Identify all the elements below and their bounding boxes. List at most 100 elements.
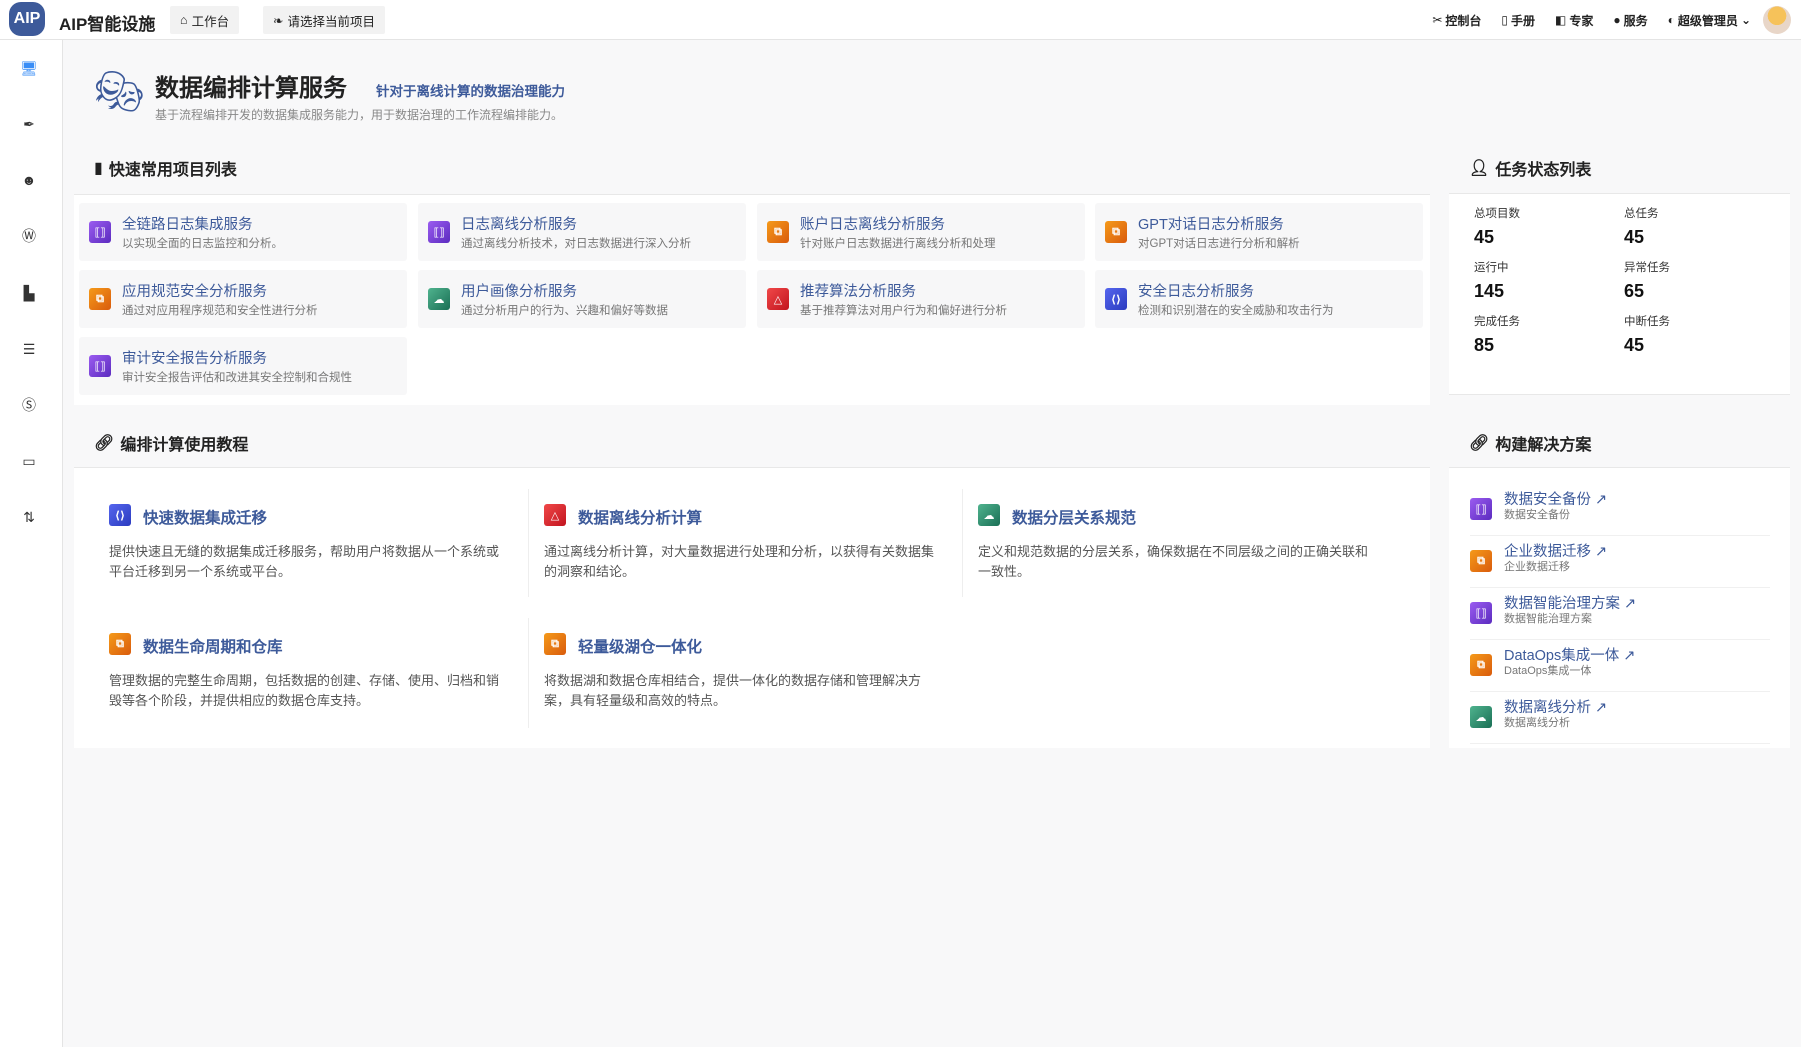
quick-item-card[interactable]: ⧉ 账户日志离线分析服务 针对账户日志数据进行离线分析和处理	[757, 203, 1085, 261]
project-select-button[interactable]: ❧ 请选择当前项目	[263, 6, 385, 34]
integration-icon: ⟦⟧	[1470, 498, 1492, 520]
quick-item-card[interactable]: ⟦⟧ 审计安全报告分析服务 审计安全报告评估和改进其安全控制和合规性	[79, 337, 407, 395]
stat-value: 65	[1624, 281, 1645, 301]
tutorial-link[interactable]: 数据生命周期和仓库	[143, 635, 283, 657]
document-icon: ▯	[1501, 13, 1509, 27]
stat-label: 总任务	[1624, 208, 1659, 220]
chevron-down-icon: ⌄	[1740, 13, 1751, 27]
chip-icon: ⧉	[1470, 550, 1492, 572]
external-link-icon: ↗	[1623, 648, 1636, 664]
stat-label: 总项目数	[1474, 208, 1520, 220]
leaf-icon: ❧	[273, 13, 284, 28]
desktop-icon[interactable]: ▭	[18, 450, 40, 472]
stat-value: 145	[1474, 281, 1505, 301]
solution-item[interactable]: ⟦⟧ 数据安全备份 ↗ 数据安全备份	[1470, 484, 1770, 536]
code-icon: ⟨⟩	[109, 504, 131, 526]
page-title: 数据编排计算服务	[155, 75, 347, 102]
solutions-header: 🔗︎ 构建解决方案	[1469, 435, 1592, 454]
quick-item-card[interactable]: ☁ 用户画像分析服务 通过分析用户的行为、兴趣和偏好等数据	[418, 270, 746, 328]
chip-icon: ⧉	[544, 633, 566, 655]
stat-label: 中断任务	[1624, 316, 1670, 328]
nav-console[interactable]: ✂ 控制台	[1432, 12, 1481, 29]
quick-item-card[interactable]: ⟦⟧ 全链路日志集成服务 以实现全面的日志监控和分析。	[79, 203, 407, 261]
tutorial-description: 管理数据的完整生命周期，包括数据的创建、存储、使用、归档和销毁等各个阶段，并提供…	[109, 673, 500, 708]
skype-icon[interactable]: Ⓢ	[18, 394, 40, 416]
app-title: AIP智能设施	[59, 15, 156, 34]
tutorial-header: 🔗︎ 编排计算使用教程	[94, 435, 249, 454]
code-icon: ⟨⟩	[1105, 288, 1127, 310]
status-header: 👤︎ 任务状态列表	[1469, 160, 1592, 179]
solution-item[interactable]: ⧉ 企业数据迁移 ↗ 企业数据迁移	[1470, 536, 1770, 588]
integration-icon: ⟦⟧	[1470, 602, 1492, 624]
solution-item[interactable]: ☁ 数据离线分析 ↗ 数据离线分析	[1470, 692, 1770, 744]
cloud-icon: ☁	[428, 288, 450, 310]
solution-item[interactable]: ⧉ DataOps集成一体 ↗ DataOps集成一体	[1470, 640, 1770, 692]
stat-label: 完成任务	[1474, 316, 1520, 328]
link-icon: 🔗︎	[94, 435, 115, 452]
stat-value: 45	[1624, 227, 1645, 247]
app-logo[interactable]: AIP	[9, 2, 45, 36]
tutorial-description: 定义和规范数据的分层关系，确保数据在不同层级之间的正确关联和一致性。	[978, 544, 1369, 579]
stat-value: 45	[1624, 335, 1645, 355]
page-subtitle: 针对于离线计算的数据治理能力	[376, 84, 565, 99]
divider	[962, 489, 963, 597]
chip-icon: ⧉	[109, 633, 131, 655]
quick-list-header: ▮ 快速常用项目列表	[94, 160, 237, 179]
tutorial-link[interactable]: 数据离线分析计算	[578, 506, 702, 528]
home-icon: ⌂	[180, 13, 188, 27]
monitor-icon[interactable]: 🖥︎	[18, 57, 40, 79]
stat-value: 85	[1474, 335, 1495, 355]
solution-item[interactable]: ⟦⟧ 数据智能治理方案 ↗ 数据智能治理方案	[1470, 588, 1770, 640]
tutorial-link[interactable]: 快速数据集成迁移	[143, 506, 267, 528]
chip-icon: ⧉	[767, 221, 789, 243]
tools-icon: ✂	[1432, 13, 1443, 27]
avatar[interactable]	[1763, 6, 1791, 34]
feather-icon[interactable]: ✒	[18, 113, 40, 135]
external-link-icon: ↗	[1624, 596, 1637, 612]
users-icon: ●	[1613, 13, 1621, 27]
integration-icon: ⟦⟧	[428, 221, 450, 243]
integration-icon: ⟦⟧	[89, 355, 111, 377]
user-icon: 👤︎	[1469, 160, 1490, 177]
pdf-file-icon[interactable]: ▙	[18, 282, 40, 304]
tutorial-link[interactable]: 轻量级湖仓一体化	[578, 635, 702, 657]
nav-expert[interactable]: ◧ 专家	[1555, 12, 1593, 29]
quick-item-card[interactable]: ⟨⟩ 安全日志分析服务 检测和识别潜在的安全威胁和攻击行为	[1095, 270, 1423, 328]
chip-icon: ⧉	[89, 288, 111, 310]
shield-icon: ◐	[1667, 13, 1675, 27]
database-icon[interactable]: ☰	[18, 338, 40, 360]
external-link-icon: ↗	[1595, 544, 1608, 560]
stat-value: 45	[1474, 227, 1495, 247]
integration-icon: ⟦⟧	[89, 221, 111, 243]
user-menu[interactable]: ◐ 超级管理员 ⌄	[1668, 12, 1751, 29]
triangle-icon: △	[767, 288, 789, 310]
tutorial-link[interactable]: 数据分层关系规范	[1012, 506, 1136, 528]
tutorial-description: 通过离线分析计算，对大量数据进行处理和分析，以获得有关数据集的洞察和结论。	[544, 544, 935, 579]
wordpress-icon[interactable]: Ⓦ	[18, 225, 40, 247]
stat-label: 运行中	[1474, 262, 1509, 274]
theater-masks-icon: 🎭︎	[94, 70, 145, 114]
tutorial-description: 将数据湖和数据仓库相结合，提供一体化的数据存储和管理解决方案，具有轻量级和高效的…	[544, 673, 922, 708]
divider	[528, 489, 529, 597]
quick-item-card[interactable]: ⟦⟧ 日志离线分析服务 通过离线分析技术，对日志数据进行深入分析	[418, 203, 746, 261]
page-description: 基于流程编排开发的数据集成服务能力，用于数据治理的工作流程编排能力。	[155, 108, 564, 122]
nav-manual[interactable]: ▯ 手册	[1501, 12, 1535, 29]
quick-item-card[interactable]: △ 推荐算法分析服务 基于推荐算法对用户行为和偏好进行分析	[757, 270, 1085, 328]
tutorial-description: 提供快速且无缝的数据集成迁移服务，帮助用户将数据从一个系统或平台迁移到另一个系统…	[109, 544, 500, 579]
git-pull-request-icon[interactable]: ⇅	[18, 506, 40, 528]
external-link-icon: ↗	[1595, 492, 1608, 508]
top-bar: AIP AIP智能设施 ⌂ 工作台 ❧ 请选择当前项目 ✂ 控制台 ▯ 手册 ◧ 专家 ●…	[0, 0, 1801, 40]
triangle-icon: △	[544, 504, 566, 526]
chip-icon: ⧉	[1105, 221, 1127, 243]
cloud-icon: ☁	[1470, 706, 1492, 728]
divider	[528, 618, 529, 728]
chip-icon: ⧉	[1470, 654, 1492, 676]
masks-icon[interactable]: ☻	[18, 169, 40, 191]
nav-service[interactable]: ● 服务	[1613, 12, 1647, 29]
quick-item-card[interactable]: ⧉ GPT对话日志分析服务 对GPT对话日志进行分析和解析	[1095, 203, 1423, 261]
quick-item-card[interactable]: ⧉ 应用规范安全分析服务 通过对应用程序规范和安全性进行分析	[79, 270, 407, 328]
expert-icon: ◧	[1555, 13, 1567, 27]
stat-label: 异常任务	[1624, 262, 1670, 274]
sidebar: 🖥︎ ✒ ☻ Ⓦ ▙ ☰ Ⓢ ▭ ⇅	[0, 40, 63, 1047]
workbench-button[interactable]: ⌂ 工作台	[170, 6, 240, 34]
